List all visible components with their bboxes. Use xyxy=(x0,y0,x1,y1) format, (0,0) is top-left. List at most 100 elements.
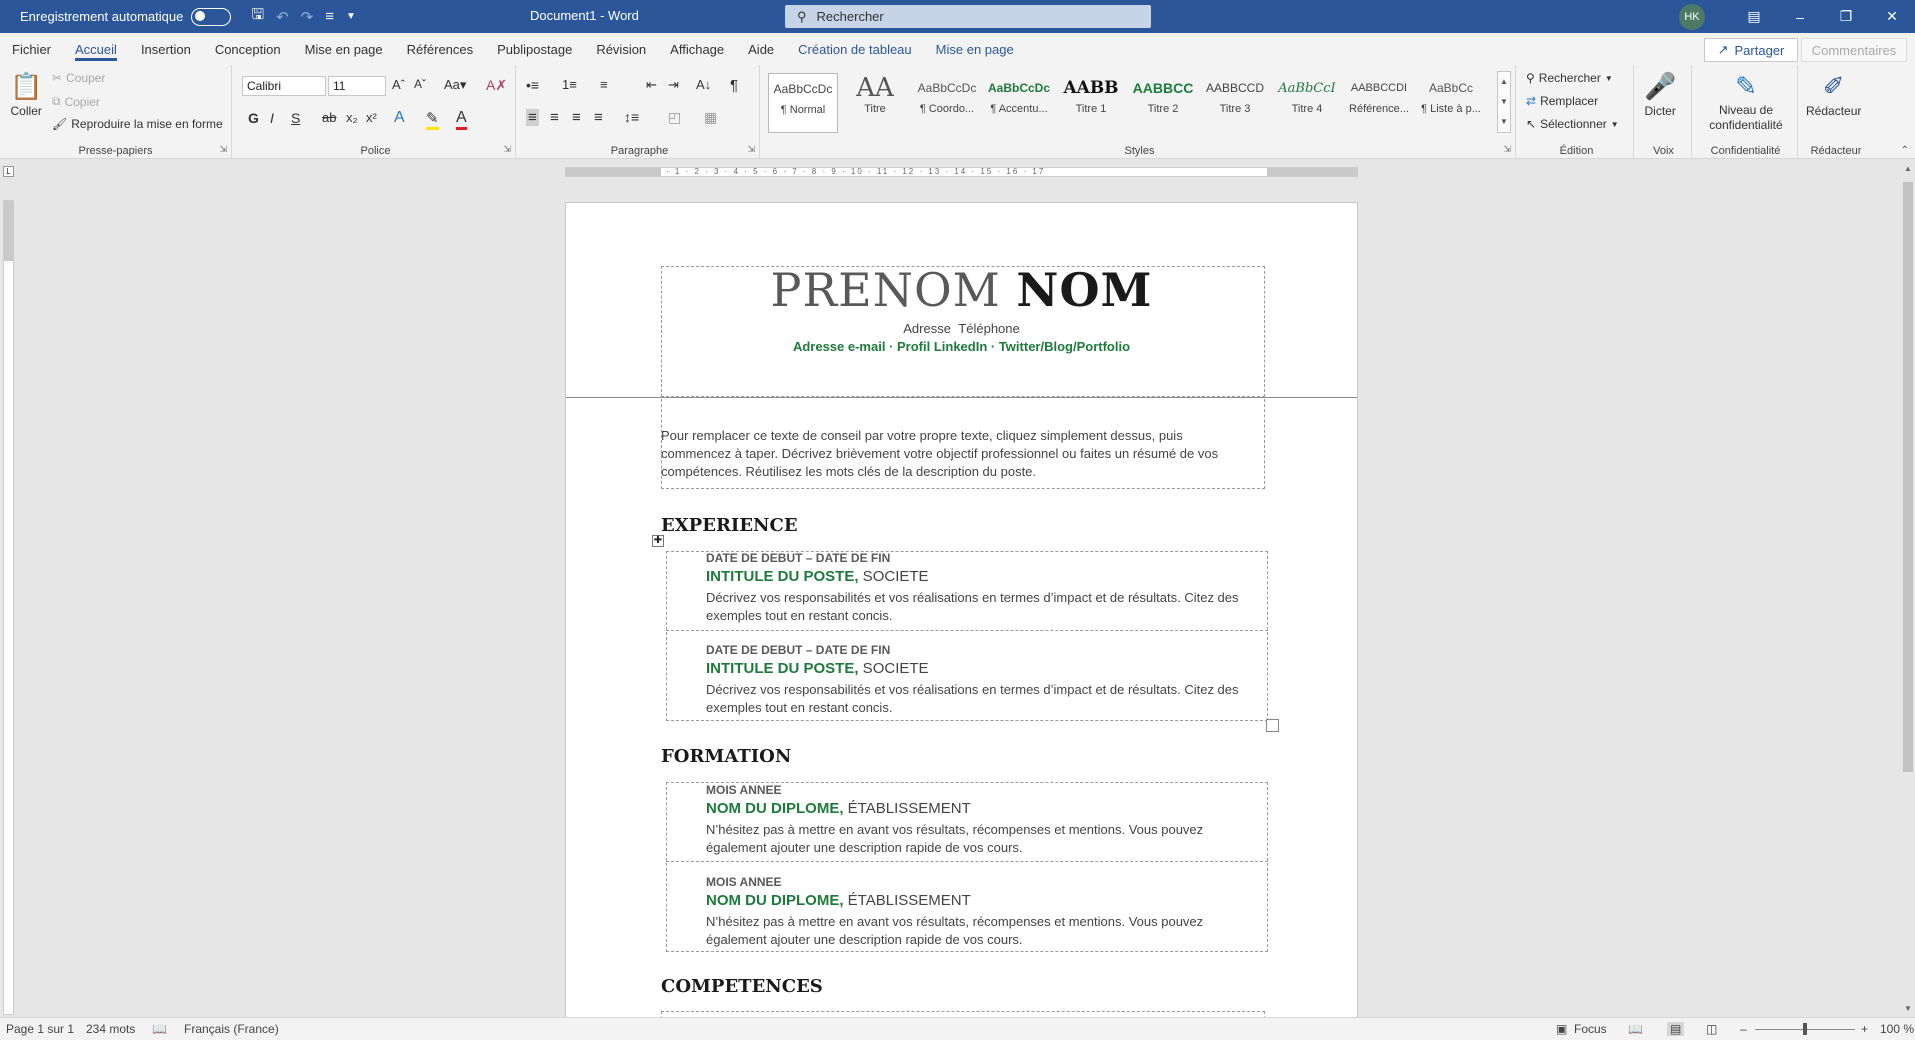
cut-button[interactable]: ✂ Couper xyxy=(52,71,105,85)
tab-layout[interactable]: Mise en page xyxy=(293,33,395,65)
entry-company[interactable]: SOCIETE xyxy=(859,568,929,585)
entry-company[interactable]: ÉTABLISSEMENT xyxy=(844,800,971,817)
style-heading1[interactable]: AABB Titre 1 xyxy=(1056,73,1126,133)
styles-more-icon[interactable]: ▼ xyxy=(1498,112,1510,132)
ribbon-display-icon[interactable]: ▤ xyxy=(1731,8,1777,25)
entry-company[interactable]: ÉTABLISSEMENT xyxy=(844,892,971,909)
scroll-down-icon[interactable]: ▼ xyxy=(1904,1004,1912,1013)
zoom-out-icon[interactable]: – xyxy=(1740,1022,1747,1036)
entry-dates[interactable]: MOIS ANNEE xyxy=(706,875,1266,889)
italic-button[interactable]: I xyxy=(270,110,274,126)
entry-dates[interactable]: DATE DE DEBUT – DATE DE FIN xyxy=(706,551,1266,565)
entry-title-line[interactable]: INTITULE DU POSTE, SOCIETE xyxy=(706,660,1266,677)
vertical-ruler[interactable] xyxy=(3,200,14,1015)
tab-insert[interactable]: Insertion xyxy=(129,33,203,65)
customize-qat-icon[interactable]: ▼ xyxy=(346,11,356,22)
table-resize-handle[interactable] xyxy=(1266,719,1279,732)
entry-title[interactable]: NOM DU DIPLOME, xyxy=(706,892,844,909)
document-page[interactable]: PRENOM NOM Adresse Téléphone Adresse e-m… xyxy=(565,202,1358,1020)
entry-title-line[interactable]: NOM DU DIPLOME, ÉTABLISSEMENT xyxy=(706,892,1266,909)
shading-icon[interactable]: ◰ xyxy=(668,109,681,126)
find-button[interactable]: ⚲ Rechercher ▼ xyxy=(1526,71,1613,85)
autosave[interactable]: Enregistrement automatique xyxy=(20,7,232,26)
zoom-in-icon[interactable]: + xyxy=(1861,1022,1868,1036)
borders-icon[interactable]: ▦ xyxy=(704,109,717,126)
entry-title[interactable]: NOM DU DIPLOME, xyxy=(706,800,844,817)
paste-button[interactable]: 📋 Coller xyxy=(10,71,42,118)
restore-icon[interactable]: ❐ xyxy=(1823,8,1869,25)
font-launcher-icon[interactable]: ⇲ xyxy=(503,144,511,155)
education-entry[interactable]: MOIS ANNEE NOM DU DIPLOME, ÉTABLISSEMENT… xyxy=(706,783,1266,857)
styles-down-icon[interactable]: ▼ xyxy=(1498,92,1510,112)
highlight-icon[interactable]: ✎ xyxy=(426,109,439,130)
contact-info[interactable]: Adresse Téléphone xyxy=(566,321,1357,336)
underline-button[interactable]: S xyxy=(291,110,300,126)
tab-help[interactable]: Aide xyxy=(736,33,786,65)
select-button[interactable]: ↖ Sélectionner ▼ xyxy=(1526,117,1619,131)
save-icon[interactable]: 🖫 xyxy=(251,4,264,29)
entry-title-line[interactable]: INTITULE DU POSTE, SOCIETE xyxy=(706,568,1266,585)
styles-up-icon[interactable]: ▲ xyxy=(1498,72,1510,92)
undo-icon[interactable]: ↶ xyxy=(276,8,289,26)
entry-company[interactable]: SOCIETE xyxy=(859,660,929,677)
collapse-ribbon-icon[interactable]: ⌃ xyxy=(1901,145,1909,156)
tab-home[interactable]: Accueil xyxy=(63,33,129,65)
scrollbar-thumb[interactable] xyxy=(1903,182,1913,772)
tab-references[interactable]: Références xyxy=(395,33,485,65)
style-heading3[interactable]: AABBCCD Titre 3 xyxy=(1200,73,1270,133)
editor-button[interactable]: ✐ Rédacteur xyxy=(1806,71,1861,118)
scroll-up-icon[interactable]: ▲ xyxy=(1904,164,1912,173)
tab-mailings[interactable]: Publipostage xyxy=(485,33,584,65)
dictate-button[interactable]: 🎤 Dicter xyxy=(1644,71,1676,118)
sensitivity-button[interactable]: ✎ Niveau de confidentialité xyxy=(1702,71,1790,132)
styles-launcher-icon[interactable]: ⇲ xyxy=(1503,144,1511,155)
avatar[interactable]: HK xyxy=(1679,3,1705,30)
education-entry[interactable]: MOIS ANNEE NOM DU DIPLOME, ÉTABLISSEMENT… xyxy=(706,875,1266,949)
entry-dates[interactable]: MOIS ANNEE xyxy=(706,783,1266,797)
show-marks-icon[interactable]: ¶ xyxy=(730,77,738,94)
font-family-select[interactable]: Calibri xyxy=(242,76,326,96)
search-box[interactable]: ⚲ Rechercher xyxy=(785,5,1151,28)
read-mode-icon[interactable]: 📖 xyxy=(1628,1022,1643,1036)
justify-icon[interactable]: ≡ xyxy=(594,109,603,126)
tab-selector-icon[interactable]: L xyxy=(3,166,14,177)
proofing-icon[interactable]: 📖 xyxy=(152,1022,167,1036)
replace-button[interactable]: ⇄ Remplacer xyxy=(1526,94,1598,108)
align-right-icon[interactable]: ≡ xyxy=(572,109,581,126)
style-heading2[interactable]: AABBCC Titre 2 xyxy=(1128,73,1198,133)
autosave-toggle[interactable] xyxy=(191,7,232,26)
first-name[interactable]: PRENOM xyxy=(771,263,1001,317)
tab-file[interactable]: Fichier xyxy=(0,33,63,65)
text-effects-icon[interactable]: A xyxy=(394,109,405,127)
font-color-icon[interactable]: A xyxy=(456,109,467,130)
increase-indent-icon[interactable]: ⇥ xyxy=(668,77,679,93)
horizontal-ruler[interactable]: · 1 · 2 · 3 · 4 · 5 · 6 · 7 · 8 · 9 · 10… xyxy=(565,167,1358,177)
align-left-icon[interactable]: ≡ xyxy=(526,109,539,126)
minimize-icon[interactable]: – xyxy=(1777,9,1823,25)
shrink-font-icon[interactable]: Aˇ xyxy=(414,77,426,91)
style-contact[interactable]: AaBbCcDc ¶ Coordo... xyxy=(912,73,982,133)
share-button[interactable]: ↗ Partager xyxy=(1704,38,1798,62)
page-count[interactable]: Page 1 sur 1 xyxy=(6,1022,74,1036)
web-layout-icon[interactable]: ◫ xyxy=(1706,1022,1717,1036)
last-name[interactable]: NOM xyxy=(1016,263,1152,317)
entry-description[interactable]: Décrivez vos responsabilités et vos réal… xyxy=(706,681,1266,717)
paragraph-launcher-icon[interactable]: ⇲ xyxy=(747,144,755,155)
experience-entry[interactable]: DATE DE DEBUT – DATE DE FIN INTITULE DU … xyxy=(706,643,1266,717)
experience-heading[interactable]: EXPERIENCE xyxy=(661,515,798,536)
zoom-slider[interactable] xyxy=(1755,1023,1855,1035)
format-painter-button[interactable]: 🖌 Reproduire la mise en forme xyxy=(52,117,223,131)
close-icon[interactable]: ✕ xyxy=(1869,8,1915,25)
tab-table-layout[interactable]: Mise en page xyxy=(924,33,1026,65)
vertical-scrollbar[interactable]: ▲ ▼ xyxy=(1901,160,1915,1017)
font-size-select[interactable]: 11 xyxy=(328,76,386,96)
comments-button[interactable]: Commentaires xyxy=(1801,38,1907,62)
tab-review[interactable]: Révision xyxy=(584,33,658,65)
entry-dates[interactable]: DATE DE DEBUT – DATE DE FIN xyxy=(706,643,1266,657)
zoom-thumb[interactable] xyxy=(1803,1023,1807,1035)
zoom-level[interactable]: 100 % xyxy=(1880,1022,1914,1036)
table-move-icon[interactable]: ✚ xyxy=(652,535,664,547)
entry-description[interactable]: N’hésitez pas à mettre en avant vos résu… xyxy=(706,913,1266,949)
experience-entry[interactable]: DATE DE DEBUT – DATE DE FIN INTITULE DU … xyxy=(706,551,1266,625)
styles-scroll[interactable]: ▲ ▼ ▼ xyxy=(1497,71,1511,133)
